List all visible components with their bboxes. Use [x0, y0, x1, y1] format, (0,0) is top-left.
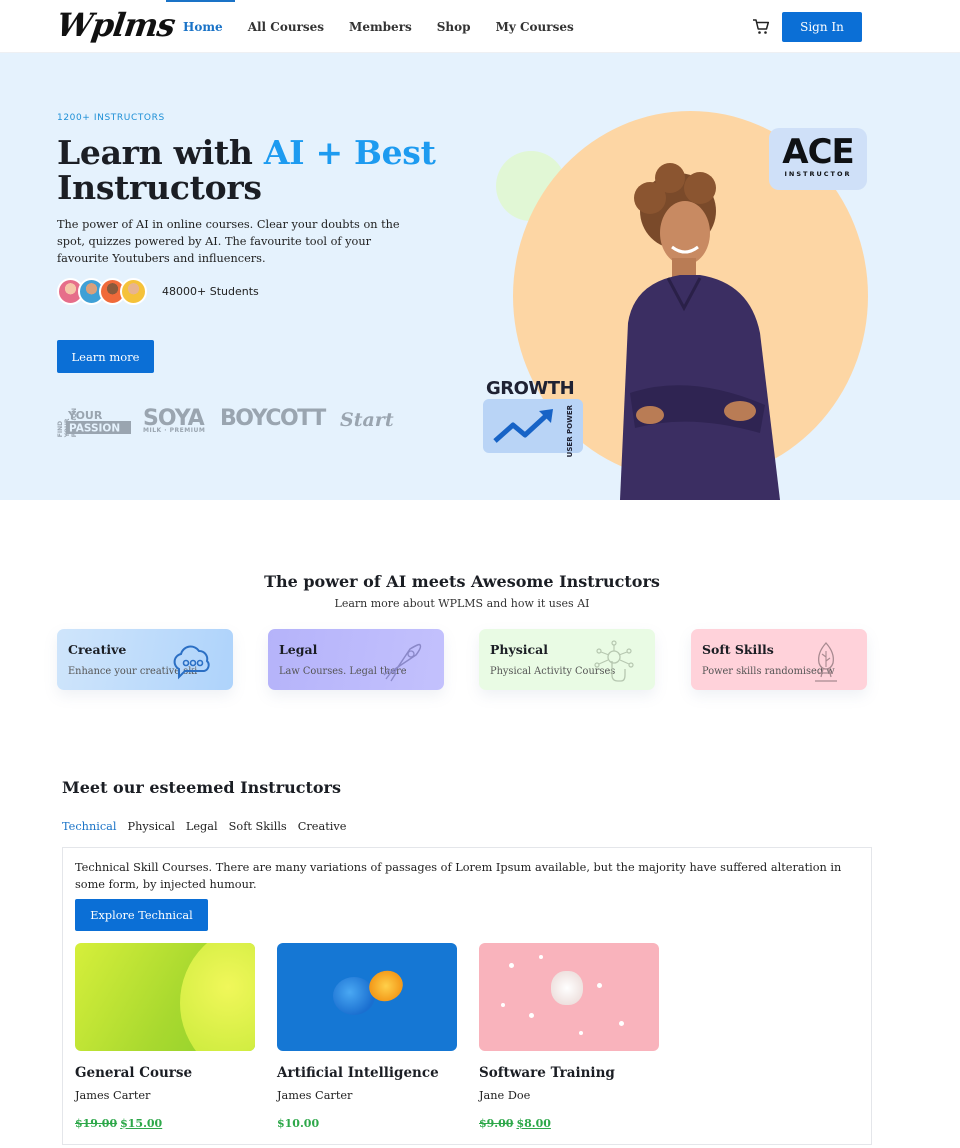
course-title[interactable]: General Course [75, 1065, 192, 1081]
site-header: Wplms Home All Courses Members Shop My C… [0, 0, 960, 53]
category-card-legal[interactable]: Legal Law Courses. Legal there [268, 629, 444, 690]
hero-title: Learn with AI + Best Instructors [57, 133, 436, 207]
chat-cloud-icon [173, 645, 210, 680]
nav-my-courses[interactable]: My Courses [483, 0, 586, 53]
ace-instructor-badge: ACE INSTRUCTOR [769, 128, 867, 190]
course-price: $9.00 $8.00 [479, 1117, 551, 1130]
nav-all-courses[interactable]: All Courses [235, 0, 336, 53]
nav-home[interactable]: Home [166, 0, 236, 53]
category-card-physical[interactable]: Physical Physical Activity Courses [479, 629, 655, 690]
svg-text:PASSION: PASSION [69, 423, 120, 435]
rocket-icon [383, 643, 422, 682]
avatar [120, 278, 147, 305]
category-title: Physical [490, 642, 548, 657]
course-card: General Course James Carter $19.00 $15.00 [75, 943, 255, 1130]
cart-icon[interactable] [752, 18, 770, 36]
category-title: Soft Skills [702, 642, 774, 657]
growth-label: GROWTH [486, 378, 575, 399]
panel-description: Technical Skill Courses. There are many … [75, 861, 842, 891]
learn-more-button[interactable]: Learn more [57, 340, 154, 373]
brand-soya: SOYA MILK · PREMIUM [143, 406, 206, 434]
brand-logos: FIND YOUR PASSION YOUR PASSION SOYAMILK … [57, 403, 397, 439]
brand-boycott: BOYCOTT [220, 406, 326, 431]
course-card: Software Training Jane Doe $9.00 $8.00 [479, 943, 659, 1130]
main-nav: Home All Courses Members Shop My Courses [166, 0, 586, 53]
course-thumbnail[interactable] [479, 943, 659, 1051]
tab-creative[interactable]: Creative [298, 820, 347, 833]
course-card: Artificial Intelligence James Carter $10… [277, 943, 457, 1130]
instructors-title: Meet our esteemed Instructors [62, 778, 341, 797]
lamp-icon [815, 642, 837, 682]
user-power-label: USER POWER [566, 405, 574, 458]
brand-start: Start [340, 409, 394, 431]
tab-physical[interactable]: Physical [128, 820, 175, 833]
hero-eyebrow: 1200+ INSTRUCTORS [57, 113, 165, 123]
course-thumbnail[interactable] [277, 943, 457, 1051]
tab-panel-technical: Technical Skill Courses. There are many … [62, 847, 872, 1145]
category-title: Legal [279, 642, 318, 657]
touch-network-icon [594, 640, 634, 682]
ai-section-subtitle: Learn more about WPLMS and how it uses A… [334, 597, 590, 610]
category-card-soft-skills[interactable]: Soft Skills Power skills randomised w [691, 629, 867, 690]
trend-up-icon [493, 409, 553, 443]
course-thumbnail[interactable] [75, 943, 255, 1051]
course-price: $10.00 [277, 1117, 320, 1130]
instructor-photo [620, 163, 780, 500]
course-instructor: Jane Doe [479, 1089, 531, 1102]
instructor-tabs: Technical Physical Legal Soft Skills Cre… [62, 820, 357, 833]
hero-description: The power of AI in online courses. Clear… [57, 218, 400, 265]
course-instructor: James Carter [75, 1089, 151, 1102]
tab-legal[interactable]: Legal [186, 820, 218, 833]
brand-find-your-passion: FIND YOUR PASSION YOUR PASSION [57, 408, 131, 437]
hero-illustration: ACE INSTRUCTOR GROWTH USER POWER [480, 103, 880, 500]
students-count: 48000+ Students [162, 285, 259, 298]
site-logo[interactable]: Wplms [54, 6, 177, 44]
svg-text:YOUR: YOUR [67, 409, 103, 422]
nav-members[interactable]: Members [337, 0, 425, 53]
course-instructor: James Carter [277, 1089, 353, 1102]
nav-shop[interactable]: Shop [424, 0, 483, 53]
sign-in-button[interactable]: Sign In [782, 12, 862, 42]
category-card-creative[interactable]: Creative Enhance your creative ski [57, 629, 233, 690]
student-avatars [57, 278, 147, 305]
hero-section: 1200+ INSTRUCTORS Learn with AI + Best In… [0, 53, 960, 500]
course-price: $19.00 $15.00 [75, 1117, 163, 1130]
course-title[interactable]: Software Training [479, 1065, 615, 1081]
explore-technical-button[interactable]: Explore Technical [75, 899, 208, 931]
category-title: Creative [68, 642, 127, 657]
ai-section-title: The power of AI meets Awesome Instructor… [264, 572, 660, 591]
course-title[interactable]: Artificial Intelligence [277, 1065, 439, 1081]
tab-soft-skills[interactable]: Soft Skills [229, 820, 287, 833]
tab-technical[interactable]: Technical [62, 820, 117, 833]
